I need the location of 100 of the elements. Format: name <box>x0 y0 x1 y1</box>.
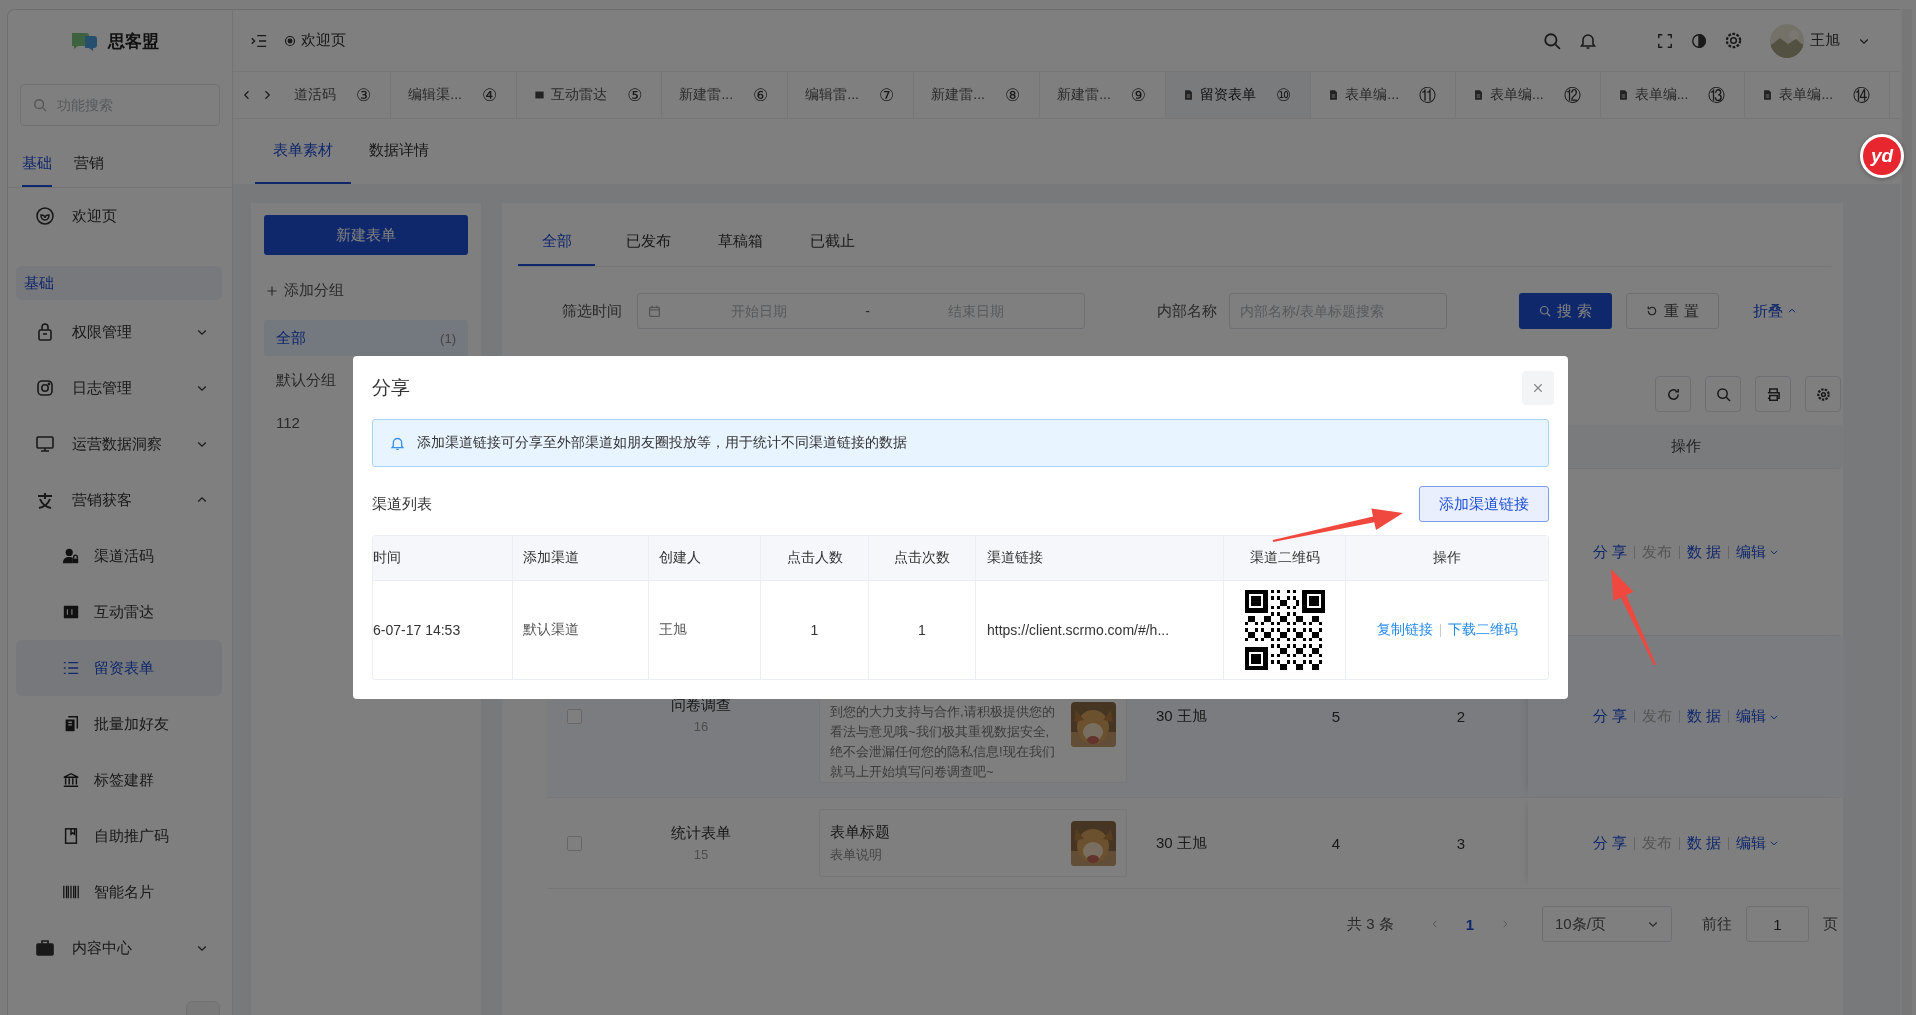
action-link[interactable]: 分 享 <box>1592 542 1627 562</box>
content-tab[interactable]: 数据详情 <box>351 119 447 184</box>
content-tab[interactable]: 表单素材 <box>255 119 351 184</box>
app-logo-text: 思客盟 <box>107 30 159 53</box>
table-cell: 2 <box>1456 708 1466 725</box>
menu-item[interactable]: 权限管理 <box>8 304 232 360</box>
menu-item[interactable]: 运营数据洞察 <box>8 416 232 472</box>
breadcrumb-link[interactable]: 欢迎页 <box>284 31 346 50</box>
dialog-title: 分享 <box>372 375 410 400</box>
table-cell: 1 <box>810 622 819 638</box>
settings-icon <box>1815 386 1831 402</box>
chevron-down-icon <box>1769 547 1780 557</box>
settings-button[interactable] <box>1805 376 1841 412</box>
form-name: 统计表单 <box>671 824 731 843</box>
action-link[interactable]: 复制链接 <box>1376 621 1433 639</box>
edit-dropdown[interactable]: 编辑 <box>1736 542 1780 562</box>
link-text: https://client.scrmo.com/#/h... <box>987 622 1170 638</box>
settings-icon[interactable] <box>1725 32 1742 49</box>
column-header: 创建人 <box>659 549 701 567</box>
chevron-down-icon <box>1769 838 1780 848</box>
action-link[interactable]: 数 据 <box>1687 542 1722 562</box>
menu-item[interactable]: 渠道活码 <box>16 528 222 584</box>
refresh-button[interactable] <box>1655 376 1691 412</box>
status-tab[interactable]: 全部 <box>518 219 595 266</box>
chevron-up-icon <box>1787 306 1797 316</box>
table-cell: 6-07-17 14:53 <box>373 622 461 638</box>
edit-dropdown[interactable]: 编辑 <box>1736 707 1780 726</box>
target-icon <box>284 34 296 47</box>
filter-label: 内部名称 <box>1156 301 1217 321</box>
table-cell: 5 <box>1331 708 1341 725</box>
bell-icon[interactable] <box>1579 31 1597 50</box>
banner-text: 添加渠道链接可分享至外部渠道如朋友圈投放等，用于统计不同渠道链接的数据 <box>417 434 907 452</box>
add-group-link[interactable]: 添加分组 <box>266 281 468 300</box>
user-name[interactable]: 王旭 <box>1810 31 1840 50</box>
search-icon <box>1715 386 1731 402</box>
menu-item[interactable]: 日志管理 <box>8 360 232 416</box>
monitor-icon <box>35 434 55 454</box>
row-checkbox[interactable] <box>566 709 582 724</box>
column-header: 渠道二维码 <box>1249 549 1320 567</box>
document-icon <box>1183 89 1195 101</box>
page-tab[interactable]: 留资表单 ⑩ <box>1166 72 1312 118</box>
fullscreen-icon[interactable] <box>1657 32 1673 49</box>
group-item[interactable]: 全部 (1) <box>264 320 468 356</box>
section-label: 渠道列表 <box>372 494 432 514</box>
new-form-button[interactable]: 新建表单 <box>264 215 468 255</box>
action-link[interactable]: 分 享 <box>1592 833 1627 853</box>
document-icon <box>1617 89 1629 101</box>
reset-icon <box>1646 305 1659 317</box>
square-icon <box>534 89 546 101</box>
menu-item[interactable]: 智能名片 <box>16 864 222 920</box>
action-link[interactable]: 下载二维码 <box>1447 621 1518 639</box>
column-header: 点击人数 <box>786 549 843 567</box>
search-icon <box>33 98 47 112</box>
status-tab[interactable]: 已截止 <box>794 219 871 266</box>
table-cell: 王旭 <box>659 621 687 639</box>
lock-icon <box>35 322 55 342</box>
table-cell: 3 <box>1456 834 1466 852</box>
bell-icon <box>390 435 405 451</box>
table-cell: 4 <box>1331 834 1341 852</box>
action-link[interactable]: 分 享 <box>1592 707 1627 726</box>
document-icon <box>1473 89 1485 101</box>
reset-button[interactable]: 重 置 <box>1626 293 1719 329</box>
collapse-link[interactable]: 折叠 <box>1753 301 1797 321</box>
search-button[interactable] <box>1705 376 1741 412</box>
menu-item[interactable]: 内容中心 <box>8 920 232 976</box>
status-tab[interactable]: 已发布 <box>610 219 687 266</box>
sidebar-tab[interactable]: 基础 <box>22 154 52 187</box>
scrollbar[interactable] <box>1902 9 1912 1015</box>
menu-item[interactable]: 留资表单 <box>16 640 222 696</box>
bank-icon <box>62 771 80 789</box>
page-input[interactable]: 1 <box>1746 906 1809 942</box>
menu-item[interactable]: 互动雷达 <box>16 584 222 640</box>
menu-item[interactable]: 欢迎页 <box>8 188 232 244</box>
table-cell: 30 王旭 <box>1156 707 1207 726</box>
contrast-icon[interactable] <box>1691 32 1707 49</box>
status-tab[interactable]: 草稿箱 <box>702 219 779 266</box>
document-icon <box>1762 89 1774 101</box>
menu-item[interactable]: 自助推广码 <box>16 808 222 864</box>
leaf-icon <box>35 206 55 226</box>
plus-icon <box>266 284 278 297</box>
table-cell: 默认渠道 <box>523 621 579 639</box>
menu-item[interactable]: 标签建群 <box>16 752 222 808</box>
edit-dropdown[interactable]: 编辑 <box>1736 833 1780 853</box>
action-link[interactable]: 数 据 <box>1687 707 1722 726</box>
sidebar-tab[interactable]: 营销 <box>74 154 104 187</box>
action-link[interactable]: 数 据 <box>1687 833 1722 853</box>
search-button[interactable]: 搜 索 <box>1519 293 1612 329</box>
menu-item[interactable]: 批量加好友 <box>16 696 222 752</box>
menu-item[interactable]: 营销获客 <box>8 472 232 528</box>
bookmark-icon <box>62 827 80 845</box>
table-cell: 30 王旭 <box>1156 833 1207 853</box>
add-channel-button[interactable]: 添加渠道链接 <box>1419 486 1549 522</box>
page-size-select[interactable]: 10条/页 <box>1542 906 1672 942</box>
close-icon <box>1532 381 1544 394</box>
printer-button[interactable] <box>1755 376 1791 412</box>
column-header: 操作 <box>1671 437 1701 456</box>
search-icon[interactable] <box>1543 31 1561 50</box>
page-number[interactable]: 1 <box>1465 915 1474 933</box>
calendar-icon <box>648 304 661 318</box>
row-checkbox[interactable] <box>566 835 582 851</box>
